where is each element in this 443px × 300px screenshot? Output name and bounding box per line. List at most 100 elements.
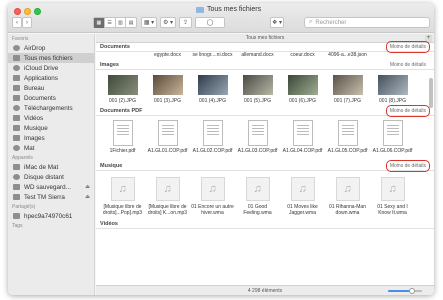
- file-item-music[interactable]: ♫ 01 Rihanna-Man down.wma: [325, 171, 370, 216]
- file-name: A1.GL02.COP.pdf: [192, 148, 233, 154]
- file-item-image[interactable]: 001 (6).JPG: [280, 70, 325, 104]
- music-icon: [13, 125, 20, 131]
- sidebar-item-airdrop[interactable]: AirDrop: [8, 43, 94, 53]
- music-note-icon: ♫: [155, 177, 180, 201]
- file-item-pdf[interactable]: A1.GL04.COP.pdf: [280, 116, 325, 154]
- group-by-button[interactable]: ▦ ▾: [141, 17, 157, 28]
- file-item-image[interactable]: 001 (5).JPG: [235, 70, 280, 104]
- downloads-icon: [13, 105, 20, 111]
- tag-button[interactable]: ◯: [195, 17, 225, 28]
- sidebar-item-wd-sauvegard[interactable]: WD sauvegard... ⏏: [8, 182, 94, 192]
- minimize-window-button[interactable]: [24, 8, 31, 15]
- sidebar-item-label: WD sauvegard...: [24, 183, 71, 191]
- file-item-music[interactable]: ♫ 01 Encore un autre hiver.wma: [190, 171, 235, 216]
- file-item-document[interactable]: coeur.docx: [280, 52, 325, 61]
- file-item-pdf[interactable]: A1.GL06.COP.pdf: [370, 116, 415, 154]
- sidebar-item-label: Vidéos: [24, 114, 44, 122]
- back-button[interactable]: ‹: [12, 17, 22, 28]
- dropbox-button[interactable]: ❖ ▾: [270, 17, 284, 28]
- vertical-scrollbar[interactable]: [429, 78, 433, 108]
- less-details-link-music[interactable]: Moins de détails: [385, 160, 431, 172]
- sidebar-item-hpec9a74970c61[interactable]: hpec9a74970c61: [8, 211, 94, 221]
- sidebar-item-mat[interactable]: Mat: [8, 143, 94, 153]
- file-name: A1.GL04.COP.pdf: [282, 148, 323, 154]
- sidebar-item-vid-os[interactable]: Vidéos: [8, 113, 94, 123]
- music-note-icon: ♫: [200, 177, 225, 201]
- less-details-link-images[interactable]: Moins de détails: [390, 62, 426, 68]
- file-item-image[interactable]: 001 (7).JPG: [325, 70, 370, 104]
- music-note-icon: ♫: [380, 177, 405, 201]
- sidebar-item-label: Applications: [24, 74, 58, 82]
- close-window-button[interactable]: [14, 8, 21, 15]
- file-item-music[interactable]: ♫ 01 Good Feeling.wma: [235, 171, 280, 216]
- column-view-button[interactable]: ▥: [116, 17, 127, 28]
- image-thumbnail: [197, 75, 228, 95]
- pdf-thumbnail: [382, 120, 403, 146]
- view-mode-selector[interactable]: ▦ ☰ ▥ ▤: [93, 17, 137, 28]
- gallery-view-button[interactable]: ▤: [126, 18, 136, 28]
- file-name: 001 (2).JPG: [109, 98, 136, 104]
- image-thumbnail: [152, 75, 183, 95]
- zoom-window-button[interactable]: [34, 8, 41, 15]
- group-header-videos: Vidéos: [96, 220, 434, 229]
- sidebar-item-disque-distant[interactable]: Disque distant: [8, 172, 94, 182]
- eject-icon[interactable]: ⏏: [85, 184, 90, 190]
- sidebar-item-bureau[interactable]: Bureau: [8, 83, 94, 93]
- file-item-document[interactable]: [370, 52, 415, 61]
- eject-icon[interactable]: ⏏: [85, 194, 90, 200]
- icon-size-slider[interactable]: [388, 288, 422, 294]
- less-details-link-pdf[interactable]: Moins de détails: [385, 105, 431, 117]
- sidebar-item-imac-de-mat[interactable]: iMac de Mat: [8, 162, 94, 172]
- sidebar-item-label: Musique: [24, 124, 48, 132]
- window-title: Tous mes fichiers: [196, 6, 261, 13]
- file-item-document[interactable]: [100, 52, 145, 61]
- sidebar-section-shared: Partagé(s): [12, 204, 36, 210]
- file-item-music[interactable]: ♫ [Musique libre de droits] K...on.mp3: [145, 171, 190, 216]
- file-item-document[interactable]: 4096-a...e38.json: [325, 52, 370, 61]
- file-item-document[interactable]: se linogr....ni.docx: [190, 52, 235, 61]
- file-name: 001 (7).JPG: [334, 98, 361, 104]
- action-gear-button[interactable]: ⚙ ▾: [160, 17, 176, 28]
- sidebar-item-musique[interactable]: Musique: [8, 123, 94, 133]
- external-drive-icon: [13, 194, 20, 200]
- less-details-link-documents[interactable]: Moins de détails: [385, 41, 431, 53]
- file-item-document[interactable]: egypte.docx: [145, 52, 190, 61]
- icon-view-button[interactable]: ▦: [94, 17, 105, 28]
- sidebar-item-label: Bureau: [24, 84, 45, 92]
- all-files-icon: [13, 55, 20, 61]
- search-placeholder: Rechercher: [315, 19, 347, 26]
- file-item-document[interactable]: allemand.docx: [235, 52, 280, 61]
- sidebar-section-tags: Tags: [12, 223, 23, 229]
- sidebar-item-label: iMac de Mat: [24, 163, 59, 171]
- icon-size-slider-knob[interactable]: [408, 288, 415, 294]
- sidebar-item-applications[interactable]: Applications: [8, 73, 94, 83]
- file-item-pdf[interactable]: A1.GL03.COP.pdf: [235, 116, 280, 154]
- file-name: 001 (4).JPG: [199, 98, 226, 104]
- list-view-button[interactable]: ☰: [105, 17, 116, 28]
- share-button[interactable]: ⇪: [179, 17, 192, 28]
- file-name: 1Fichier.pdf: [109, 148, 136, 154]
- file-item-image[interactable]: 001 (4).JPG: [190, 70, 235, 104]
- file-item-image[interactable]: 001 (2).JPG: [100, 70, 145, 104]
- file-item-pdf[interactable]: A1.GL05.COP.pdf: [325, 116, 370, 154]
- sidebar-item-tous-mes-fichiers[interactable]: Tous mes fichiers: [8, 53, 94, 63]
- image-thumbnail: [287, 75, 318, 95]
- file-item-image[interactable]: 001 (8).JPG: [370, 70, 415, 104]
- file-item-music[interactable]: ♫ 01 Moves like Jagger.wma: [280, 171, 325, 216]
- sidebar-item-images[interactable]: Images: [8, 133, 94, 143]
- file-item-music[interactable]: ♫ [Musique libre de droits]...Pop].mp3: [100, 171, 145, 216]
- file-name: 01 Good Feeling.wma: [243, 204, 272, 216]
- forward-button[interactable]: ›: [22, 17, 32, 28]
- sidebar-item-documents[interactable]: Documents: [8, 93, 94, 103]
- file-item-music[interactable]: ♫ 01 Sexy and I Know It.wma: [370, 171, 415, 216]
- file-item-pdf[interactable]: A1.GL02.COP.pdf: [190, 116, 235, 154]
- cloud-icon: [13, 65, 20, 71]
- file-item-pdf[interactable]: A1.GL01.COP.pdf: [145, 116, 190, 154]
- search-field[interactable]: ⌕ Rechercher: [304, 17, 430, 28]
- file-item-pdf[interactable]: 1Fichier.pdf: [100, 116, 145, 154]
- pdf-thumbnail: [247, 120, 268, 146]
- file-item-image[interactable]: 001 (3).JPG: [145, 70, 190, 104]
- sidebar-item-t-l-chargements[interactable]: Téléchargements: [8, 103, 94, 113]
- sidebar-item-icloud-drive[interactable]: iCloud Drive: [8, 63, 94, 73]
- sidebar-item-test-tm-sierra[interactable]: Test TM Sierra ⏏: [8, 192, 94, 202]
